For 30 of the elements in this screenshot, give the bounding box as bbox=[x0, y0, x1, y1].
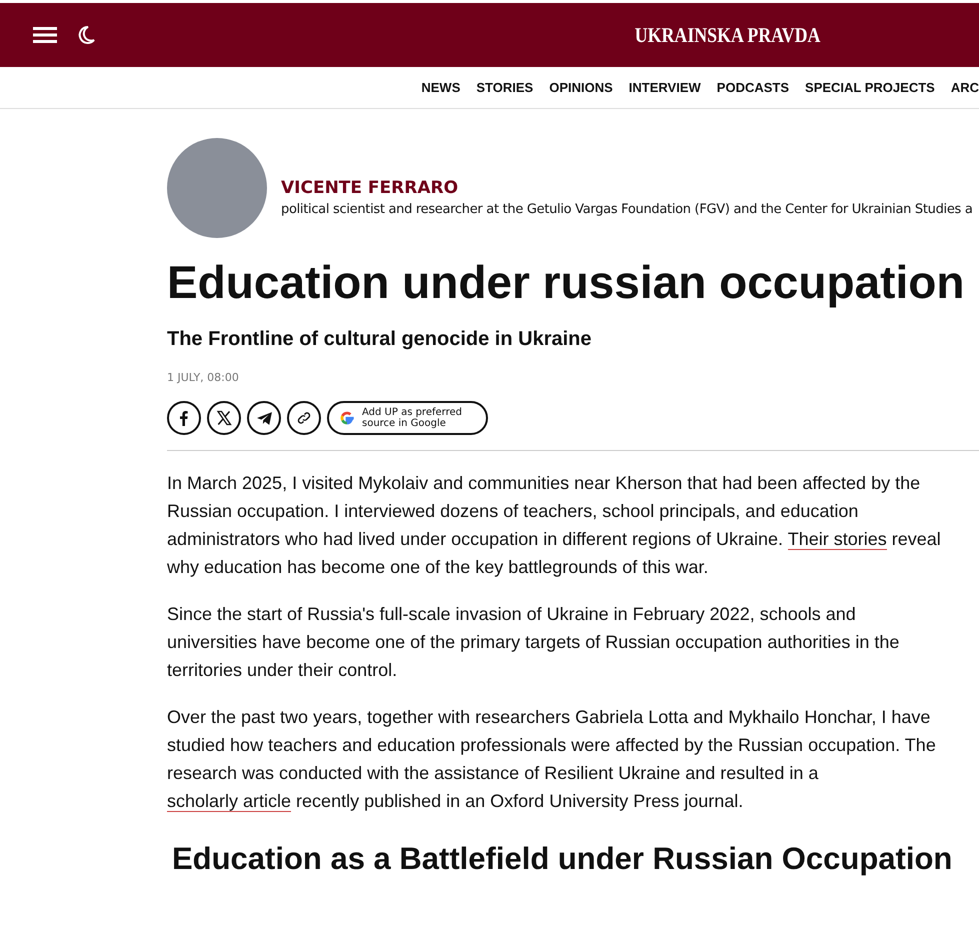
article-paragraph: In March 2025, I visited Mykolaiv and communities near Kherson that had been affected by the Russian occupation. I interviewed dozens of teachers, school principals, and education administrators who had lived under occupation in different regions of Ukraine. Their stories reveal why education has become one of the key battlegrounds of this war. bbox=[167, 472, 942, 579]
telegram-share-button[interactable] bbox=[247, 401, 281, 435]
nav-link[interactable]: PODCASTS bbox=[716, 80, 790, 95]
moon-icon[interactable] bbox=[76, 25, 96, 45]
site-logo[interactable]: UKRAINSKA PRAVDA bbox=[634, 22, 820, 48]
nav-link[interactable]: ARC bbox=[950, 80, 979, 95]
google-icon bbox=[338, 409, 356, 427]
menu-icon[interactable] bbox=[33, 26, 57, 44]
nav-link[interactable]: OPINIONS bbox=[549, 80, 613, 95]
article-paragraph: Since the start of Russia's full-scale invasion of Ukraine in February 2022, schools and universities have become one of the primary targets of Russian occupation authorities in the territories under their control. bbox=[167, 603, 900, 682]
link-icon bbox=[296, 410, 312, 426]
nav-link[interactable]: SPECIAL PROJECTS bbox=[805, 80, 935, 95]
author-bio: political scientist and researcher at the Getulio Vargas Foundation (FGV) and the Center for Ukrainian Studies a bbox=[281, 202, 973, 216]
x-icon bbox=[216, 410, 232, 426]
copy-link-button[interactable] bbox=[287, 401, 321, 435]
article-title: Education under russian occupation bbox=[167, 255, 964, 310]
google-preferred-source-button[interactable]: Add UP as preferred source in Google bbox=[327, 401, 488, 435]
author-name[interactable]: VICENTE FERRARO bbox=[281, 178, 973, 198]
nav-link[interactable]: NEWS bbox=[421, 80, 460, 95]
article-link[interactable]: scholarly article bbox=[167, 791, 292, 812]
x-share-button[interactable] bbox=[207, 401, 241, 435]
section-heading: Education as a Battlefield under Russian Occupation bbox=[172, 841, 952, 877]
nav-link[interactable]: INTERVIEW bbox=[628, 80, 701, 95]
nav-link[interactable]: STORIES bbox=[476, 80, 534, 95]
paper-plane-icon bbox=[256, 410, 272, 426]
article-subtitle: The Frontline of cultural genocide in Ukraine bbox=[167, 328, 592, 351]
article-link[interactable]: Their stories bbox=[788, 529, 887, 550]
article-paragraph: Over the past two years, together with researchers Gabriela Lotta and Mykhailo Honchar, I have studied how teachers and education professionals were affected by the Russian occupation. The research was conducted with the assistance of Resilient Ukraine and resulted in a scholarly article recently published in an Oxford University Press journal. bbox=[167, 706, 937, 814]
publish-date: 1 JULY, 08:00 bbox=[167, 371, 240, 384]
facebook-share-button[interactable] bbox=[167, 401, 201, 435]
